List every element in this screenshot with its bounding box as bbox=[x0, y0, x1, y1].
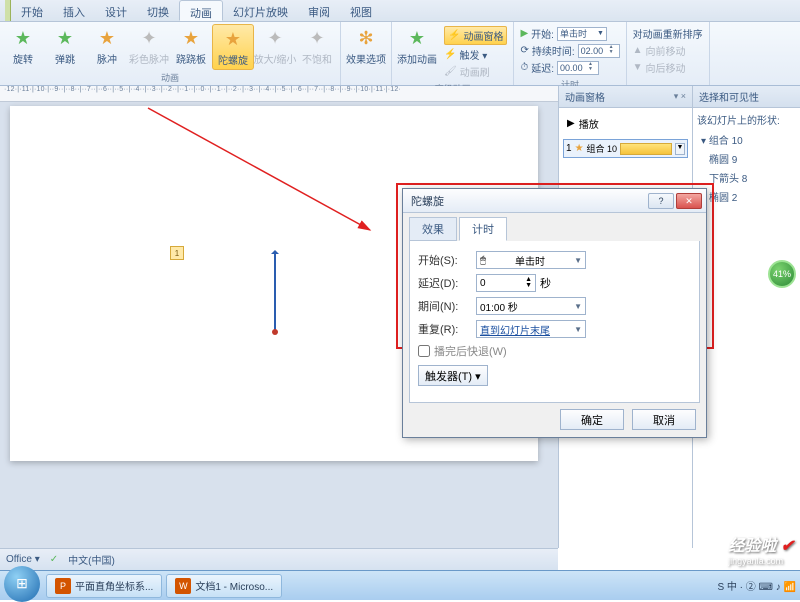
effect-options-button[interactable]: ✻ 效果选项 bbox=[343, 24, 389, 68]
progress-badge: 41% bbox=[768, 260, 796, 288]
period-field-label: 期间(N): bbox=[418, 298, 472, 314]
anim-脉冲[interactable]: ★脉冲 bbox=[86, 24, 128, 70]
lang-check-icon: ✓ bbox=[50, 554, 58, 565]
star-icon: ✦ bbox=[305, 26, 329, 50]
trigger-button[interactable]: ⚡ 触发 ▾ bbox=[444, 47, 507, 62]
dialog-close-button[interactable]: ✕ bbox=[676, 193, 702, 209]
anim-放大/缩小[interactable]: ✦放大/缩小 bbox=[254, 24, 296, 70]
shape-pivot-dot bbox=[272, 329, 278, 335]
anim-彩色脉冲[interactable]: ✦彩色脉冲 bbox=[128, 24, 170, 70]
taskbar-item[interactable]: W文档1 - Microso... bbox=[166, 574, 282, 598]
duration-spin[interactable]: 02.00▲▼ bbox=[578, 44, 620, 58]
shape-item[interactable]: 下箭头 8 bbox=[697, 168, 796, 187]
tab-design[interactable]: 设计 bbox=[95, 0, 137, 21]
star-icon: ✦ bbox=[137, 26, 161, 50]
shape-item[interactable]: ▾ 组合 10 bbox=[697, 130, 796, 149]
dialog-title: 陀螺旋 bbox=[411, 193, 444, 209]
tab-slideshow[interactable]: 幻灯片放映 bbox=[223, 0, 298, 21]
repeat-combo[interactable]: 直到幻灯片末尾▼ bbox=[476, 320, 586, 338]
animation-pane-title: 动画窗格 ▾ × bbox=[559, 86, 692, 108]
star-icon: ★ bbox=[11, 26, 35, 50]
ribbon-tabs: 开始 插入 设计 切换 动画 幻灯片放映 审阅 视图 bbox=[0, 0, 800, 22]
delay-label: 延迟: bbox=[531, 60, 554, 75]
star-icon: ★ bbox=[221, 27, 245, 51]
selection-pane: 选择和可见性 该幻灯片上的形状: ▾ 组合 10 椭圆 9 下箭头 8 椭圆 2 bbox=[692, 86, 800, 548]
shape-item[interactable]: 椭圆 2 bbox=[697, 187, 796, 206]
anim-陀螺旋[interactable]: ★陀螺旋 bbox=[212, 24, 254, 70]
start-combo[interactable]: 🖱 单击时▼ bbox=[476, 251, 586, 269]
delay-unit: 秒 bbox=[540, 275, 551, 291]
tab-home[interactable]: 开始 bbox=[11, 0, 53, 21]
reorder-title: 对动画重新排序 bbox=[633, 26, 703, 41]
start-button[interactable]: ⊞ bbox=[4, 566, 40, 602]
star-icon: ★ bbox=[179, 26, 203, 50]
animation-marker[interactable]: 1 bbox=[170, 246, 184, 260]
add-animation-icon: ★ bbox=[405, 26, 429, 50]
anim-旋转[interactable]: ★旋转 bbox=[2, 24, 44, 70]
cancel-button[interactable]: 取消 bbox=[632, 409, 696, 430]
star-icon: ★ bbox=[95, 26, 119, 50]
start-field-label: 开始(S): bbox=[418, 252, 472, 268]
trigger-button[interactable]: 触发器(T) ▾ bbox=[418, 365, 488, 386]
language-indicator[interactable]: 中文(中国) bbox=[68, 552, 115, 567]
animation-painter-button: 🖌 动画刷 bbox=[444, 64, 507, 79]
group-label-animation: 动画 bbox=[161, 70, 179, 85]
watermark: 经验啦 ✔ jingyanla.com bbox=[728, 532, 794, 566]
anim-弹跳[interactable]: ★弹跳 bbox=[44, 24, 86, 70]
dialog-help-button[interactable]: ? bbox=[648, 193, 674, 209]
tab-insert[interactable]: 插入 bbox=[53, 0, 95, 21]
tab-transition[interactable]: 切换 bbox=[137, 0, 179, 21]
selection-heading: 该幻灯片上的形状: bbox=[697, 112, 796, 127]
shape-arrow[interactable] bbox=[274, 252, 276, 332]
tab-review[interactable]: 审阅 bbox=[298, 0, 340, 21]
ok-button[interactable]: 确定 bbox=[560, 409, 624, 430]
ribbon: ★旋转★弹跳★脉冲✦彩色脉冲★跷跷板★陀螺旋✦放大/缩小✦不饱和 动画 ✻ 效果… bbox=[0, 22, 800, 86]
anim-跷跷板[interactable]: ★跷跷板 bbox=[170, 24, 212, 70]
delay-spin[interactable]: 00.00▲▼ bbox=[557, 61, 599, 75]
animation-item[interactable]: 1 ★ 组合 10 ▼ bbox=[563, 139, 688, 158]
tab-view[interactable]: 视图 bbox=[340, 0, 382, 21]
dialog-tab-effect[interactable]: 效果 bbox=[409, 217, 457, 241]
repeat-field-label: 重复(R): bbox=[418, 321, 472, 337]
delay-field-label: 延迟(D): bbox=[418, 275, 472, 291]
tab-animation[interactable]: 动画 bbox=[179, 0, 223, 21]
move-earlier-button: ▲ 向前移动 bbox=[633, 43, 703, 58]
timeline-bar[interactable] bbox=[620, 143, 672, 155]
anim-不饱和[interactable]: ✦不饱和 bbox=[296, 24, 338, 70]
start-label: 开始: bbox=[531, 26, 554, 41]
move-later-button: ▼ 向后移动 bbox=[633, 60, 703, 75]
delay-spin[interactable]: 0▲▼ bbox=[476, 274, 536, 292]
play-button[interactable]: ▶ 播放 bbox=[563, 112, 688, 135]
star-icon: ★ bbox=[53, 26, 77, 50]
duration-label: 持续时间: bbox=[532, 43, 575, 58]
app-icon: P bbox=[55, 578, 71, 594]
system-tray[interactable]: S 中 · ② ⌨ ♪ 📶 bbox=[717, 578, 796, 593]
animation-pane-button[interactable]: ⚡ 动画窗格 bbox=[444, 26, 507, 45]
ruler: ·12·|·11·|·10·|··9··|··8··|··7··|··6··|·… bbox=[0, 86, 558, 102]
office-menu[interactable]: Office ▾ bbox=[6, 554, 40, 565]
shape-item[interactable]: 椭圆 9 bbox=[697, 149, 796, 168]
timing-dialog: 陀螺旋 ? ✕ 效果 计时 开始(S): 🖱 单击时▼ 延迟(D): 0▲▼ 秒… bbox=[402, 188, 707, 438]
effect-options-icon: ✻ bbox=[354, 26, 378, 50]
animation-gallery[interactable]: ★旋转★弹跳★脉冲✦彩色脉冲★跷跷板★陀螺旋✦放大/缩小✦不饱和 bbox=[2, 24, 338, 70]
taskbar-item[interactable]: P平面直角坐标系... bbox=[46, 574, 162, 598]
selection-pane-title: 选择和可见性 bbox=[693, 86, 800, 108]
rewind-checkbox[interactable]: 播完后快退(W) bbox=[418, 343, 691, 359]
start-combo[interactable]: 单击时▼ bbox=[557, 27, 607, 41]
period-combo[interactable]: 01:00 秒▼ bbox=[476, 297, 586, 315]
animation-pane-close[interactable]: ▾ × bbox=[674, 91, 686, 102]
dialog-tab-timing[interactable]: 计时 bbox=[459, 217, 507, 241]
status-bar: Office ▾ ✓ 中文(中国) bbox=[0, 548, 558, 570]
taskbar: ⊞ P平面直角坐标系...W文档1 - Microso... S 中 · ② ⌨… bbox=[0, 570, 800, 600]
app-icon: W bbox=[175, 578, 191, 594]
spin-icon: ★ bbox=[575, 143, 584, 154]
add-animation-button[interactable]: ★ 添加动画 bbox=[394, 24, 440, 81]
star-icon: ✦ bbox=[263, 26, 287, 50]
item-dropdown[interactable]: ▼ bbox=[675, 143, 685, 155]
